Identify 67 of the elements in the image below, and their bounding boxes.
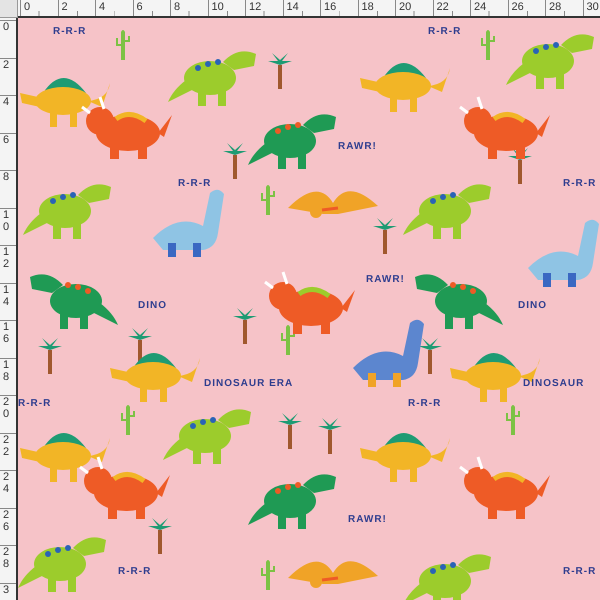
- dinosaur-drawing: [528, 220, 599, 287]
- pattern-text: R-R-R: [18, 398, 52, 409]
- ruler-number: 26: [2, 508, 10, 535]
- pattern-text: R-R-R: [53, 26, 86, 37]
- ruler-number: 3: [2, 584, 10, 598]
- ruler-number: 28: [548, 0, 562, 14]
- ruler-number: 22: [2, 434, 10, 460]
- ruler-number: 20: [2, 396, 10, 422]
- ruler-number: 8: [173, 0, 180, 14]
- ruler-number: 12: [248, 0, 262, 14]
- pattern-text: RAWR!: [348, 514, 387, 525]
- dinosaur-drawing: [153, 190, 224, 257]
- cactus-drawing: [261, 185, 275, 215]
- ruler-number: 18: [2, 358, 10, 385]
- palm-tree-drawing: [373, 218, 397, 254]
- pattern-text: DINOSAUR: [523, 378, 584, 389]
- pattern-text: R-R-R: [428, 26, 462, 37]
- ruler-number: 8: [2, 171, 10, 185]
- cactus-drawing: [481, 30, 495, 60]
- pattern-text: RAWR!: [338, 141, 377, 152]
- palm-tree-drawing: [38, 338, 62, 374]
- ruler-number: 12: [2, 246, 10, 272]
- ruler-number: 16: [323, 0, 336, 14]
- ruler-number: 16: [2, 321, 10, 348]
- ruler-number: 26: [510, 0, 524, 14]
- cactus-drawing: [261, 560, 275, 590]
- ruler-number: 20: [398, 0, 412, 14]
- ruler-number: 24: [473, 0, 486, 14]
- ruler-number: 0: [2, 21, 10, 35]
- cactus-drawing: [116, 30, 130, 60]
- ruler-number: 30: [586, 0, 599, 14]
- ruler-number: 4: [98, 0, 106, 14]
- ruler-number: 22: [436, 0, 449, 14]
- palm-tree-drawing: [233, 308, 257, 344]
- pattern-text: DINO: [138, 300, 167, 311]
- cactus-drawing: [281, 325, 295, 355]
- ruler-number: 14: [286, 0, 299, 14]
- ruler-number: 28: [2, 546, 10, 572]
- palm-tree-drawing: [418, 338, 442, 374]
- pattern-text: R-R-R: [563, 178, 596, 189]
- ruler-number: 10: [2, 208, 10, 235]
- ruler-number: 6: [2, 134, 10, 148]
- palm-tree-drawing: [318, 418, 342, 454]
- palm-tree-drawing: [278, 413, 302, 449]
- pattern-text: R-R-R: [178, 178, 212, 189]
- pattern-text: R-R-R: [408, 398, 442, 409]
- dinosaur-drawing: [353, 320, 424, 387]
- pattern-text: DINO: [518, 300, 547, 311]
- pattern-text: DINOSAUR ERA: [204, 378, 294, 389]
- palm-tree-drawing: [268, 53, 292, 89]
- ruler-number: 0: [23, 0, 30, 14]
- ruler-number: 2: [60, 0, 68, 14]
- cactus-drawing: [506, 405, 520, 435]
- ruler-number: 18: [360, 0, 374, 14]
- palm-tree-drawing: [223, 143, 247, 179]
- pattern-text: R-R-R: [563, 566, 596, 577]
- ruler-number: 24: [2, 471, 10, 498]
- ruler-number: 14: [2, 284, 10, 310]
- ruler-number: 6: [136, 0, 143, 14]
- ruler-corner: [0, 0, 18, 18]
- pattern-text: RAWR!: [366, 274, 405, 285]
- ruler-number: 10: [210, 0, 224, 14]
- palm-tree-drawing: [148, 518, 172, 554]
- ruler-number: 4: [2, 96, 10, 110]
- cactus-drawing: [121, 405, 135, 435]
- ruler-number: 2: [2, 58, 10, 72]
- pattern-text: R-R-R: [118, 566, 152, 577]
